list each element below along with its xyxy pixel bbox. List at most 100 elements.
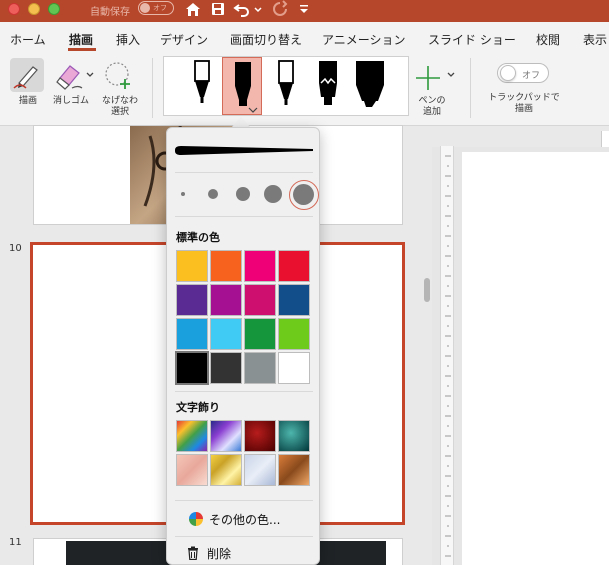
color-swatch-selected[interactable] (175, 351, 209, 385)
pen-4[interactable] (308, 57, 348, 115)
powerpoint-window: 自動保存 オフ ホーム 描画 挿入 デザイン 画面切り替え アニメーション スラ… (0, 0, 609, 565)
separator (175, 536, 313, 537)
add-pen-icon[interactable] (414, 64, 442, 92)
color-swatch[interactable] (210, 284, 242, 316)
close-window-button[interactable] (8, 3, 20, 15)
size-option-3[interactable] (236, 187, 250, 201)
toggle-knob (500, 65, 516, 81)
color-swatch[interactable] (210, 352, 242, 384)
color-swatch[interactable] (278, 352, 310, 384)
thumbnail-scrollbar[interactable] (424, 278, 430, 302)
undo-dropdown-chevron-icon[interactable] (253, 0, 263, 18)
pen-1[interactable] (182, 57, 222, 115)
separator (175, 216, 313, 217)
home-icon[interactable] (184, 0, 202, 18)
size-option-2[interactable] (208, 189, 218, 199)
color-swatch[interactable] (244, 284, 276, 316)
texture-silver[interactable] (244, 454, 276, 486)
tab-draw[interactable]: 描画 (69, 31, 93, 48)
horizontal-ruler-edge (601, 131, 609, 147)
tab-review[interactable]: 校閲 (536, 31, 560, 48)
color-swatch[interactable] (278, 250, 310, 282)
autosave-label: 自動保存 (90, 7, 130, 18)
trackpad-toggle-state: オフ (522, 71, 541, 81)
texture-rainbow[interactable] (176, 420, 208, 452)
canvas-top-strip (432, 127, 609, 147)
pen-draw-icon (13, 66, 38, 89)
lasso-label-line1: なげなわ (101, 96, 138, 106)
add-pen-dropdown-chevron-icon[interactable] (446, 70, 456, 80)
trackpad-label-line2: 描画 (514, 104, 533, 114)
size-option-1[interactable] (181, 192, 185, 196)
more-colors-label: その他の色... (209, 512, 281, 527)
highlighter-pen-icon (356, 61, 384, 107)
texture-ocean[interactable] (278, 420, 310, 452)
texture-lava[interactable] (244, 420, 276, 452)
separator (175, 500, 313, 501)
autosave-toggle-state: オフ (153, 4, 167, 12)
undo-icon[interactable] (233, 0, 251, 18)
ruler-ticks (445, 155, 451, 557)
texture-section-title: 文字飾り (176, 401, 220, 414)
tab-design[interactable]: デザイン (160, 31, 208, 48)
tab-insert[interactable]: 挿入 (116, 31, 140, 48)
minimize-window-button[interactable] (28, 3, 40, 15)
eraser-tool-button[interactable] (52, 58, 86, 92)
current-slide-canvas[interactable] (462, 152, 609, 565)
delete-menu-item[interactable]: 削除 (167, 540, 321, 565)
size-option-4[interactable] (264, 185, 282, 203)
size-option-5-selected[interactable] (289, 180, 319, 210)
pen-gallery (163, 56, 409, 116)
pen-3[interactable] (266, 57, 306, 115)
pen-2-selected[interactable] (222, 57, 262, 115)
tab-animations[interactable]: アニメーション (322, 31, 406, 48)
texture-rose-gold[interactable] (176, 454, 208, 486)
slide-number-10: 10 (9, 243, 22, 254)
trackpad-label-line1: トラックパッドで (488, 93, 560, 103)
separator (175, 391, 313, 392)
trash-icon (188, 546, 198, 560)
color-swatch[interactable] (244, 318, 276, 350)
pen-options-popup: 標準の色 文字飾り その他の色... 削除 (166, 127, 320, 565)
color-swatch[interactable] (210, 318, 242, 350)
color-swatch[interactable] (210, 250, 242, 282)
tab-home[interactable]: ホーム (10, 31, 46, 48)
customize-toolbar-icon[interactable] (298, 0, 310, 18)
autosave-toggle[interactable]: オフ (138, 1, 174, 15)
color-swatch[interactable] (278, 318, 310, 350)
redo-icon[interactable] (271, 0, 289, 18)
draw-tool-label: 描画 (18, 96, 37, 106)
tab-transitions[interactable]: 画面切り替え (230, 31, 302, 48)
slide-number-11: 11 (9, 537, 22, 548)
tab-view[interactable]: 表示 (583, 31, 607, 48)
add-pen-label-line2: 追加 (422, 107, 441, 117)
more-colors-menu-item[interactable]: その他の色... (167, 506, 321, 532)
pencil-pen-icon (278, 60, 294, 105)
trackpad-draw-toggle[interactable]: オフ (497, 63, 549, 83)
save-icon[interactable] (209, 0, 227, 18)
standard-colors-title: 標準の色 (176, 231, 220, 244)
texture-gold[interactable] (210, 454, 242, 486)
color-swatch[interactable] (244, 250, 276, 282)
texture-bronze[interactable] (278, 454, 310, 486)
color-swatch[interactable] (176, 284, 208, 316)
pen-5[interactable] (350, 57, 390, 115)
lasso-select-button[interactable] (102, 58, 136, 92)
color-wheel-icon (189, 512, 203, 526)
eraser-tool-label: 消しゴム (52, 96, 89, 106)
color-swatch[interactable] (278, 284, 310, 316)
draw-tool-button[interactable] (10, 58, 44, 92)
thick-pen-icon (235, 62, 258, 113)
texture-galaxy[interactable] (210, 420, 242, 452)
active-tab-indicator (68, 48, 96, 51)
eraser-dropdown-chevron-icon[interactable] (86, 70, 94, 80)
lasso-icon (105, 62, 130, 89)
color-swatch[interactable] (244, 352, 276, 384)
tab-slideshow[interactable]: スライド ショー (428, 31, 516, 48)
color-swatch[interactable] (176, 250, 208, 282)
delete-label: 削除 (207, 546, 232, 561)
add-pen-label-line1: ペンの (418, 96, 446, 106)
maximize-window-button[interactable] (48, 3, 60, 15)
ribbon-divider (152, 58, 153, 118)
color-swatch[interactable] (176, 318, 208, 350)
